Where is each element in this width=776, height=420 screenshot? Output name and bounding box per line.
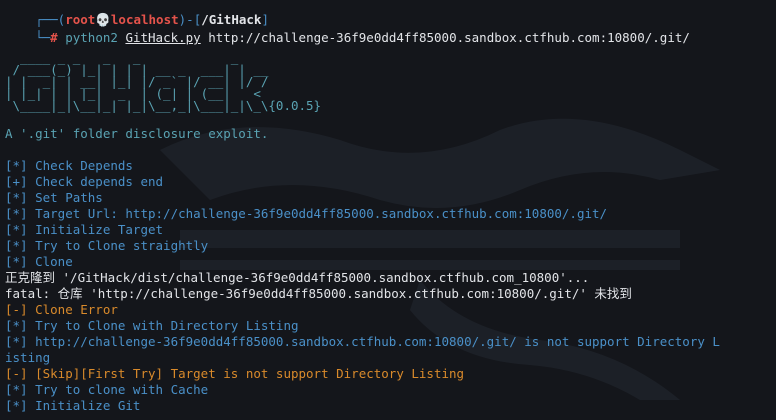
command-url: http://challenge-36f9e0dd4ff85000.sandbo… [208,30,690,45]
banner-tagline: A '.git' folder disclosure exploit. [5,126,269,141]
output-line: [*] Target Url: http://challenge-36f9e0d… [5,206,608,221]
output-line: [*] Try to clone with Cache [5,382,209,397]
kali-dragon-watermark [160,118,720,400]
command-line[interactable]: └─# python2 GitHack.py http://challenge-… [5,14,690,45]
prompt-header: ┌──(root💀localhost)-[/GitHack] [5,0,269,27]
terminal-window[interactable]: ┌──(root💀localhost)-[/GitHack] └─# pytho… [0,0,776,420]
output-line: [*] Set Paths [5,190,103,205]
output-line: [*] Try to Clone with Directory Listing [5,318,299,333]
githack-ascii-banner: ____ _ _ _ _ _ / ___(_) |_| | | | __ _ _… [5,50,322,113]
output-line: fatal: 仓库 'http://challenge-36f9e0dd4ff8… [5,286,632,301]
output-line: [-] Clone Error [5,302,118,317]
command-script: GitHack.py [125,30,201,45]
output-line: 正克隆到 '/GitHack/dist/challenge-36f9e0dd4f… [5,270,590,285]
output-line: [*] Check Depends [5,158,133,173]
command-binary: python2 [65,30,118,45]
prompt-prefix: └─ [35,30,51,45]
output-line: [*] Initialize Target [5,222,164,237]
output-line: [*] Clone [5,254,73,269]
output-line: [*] Try to Clone straightly [5,238,209,253]
output-line: [-] [Skip][First Try] Target is not supp… [5,366,465,381]
prompt-hash: # [50,30,58,45]
output-line: [+] Check depends end [5,174,164,189]
output-line: isting [5,350,51,365]
output-line: [*] http://challenge-36f9e0dd4ff85000.sa… [5,334,720,349]
output-line: [*] Initialize Git [5,398,141,413]
